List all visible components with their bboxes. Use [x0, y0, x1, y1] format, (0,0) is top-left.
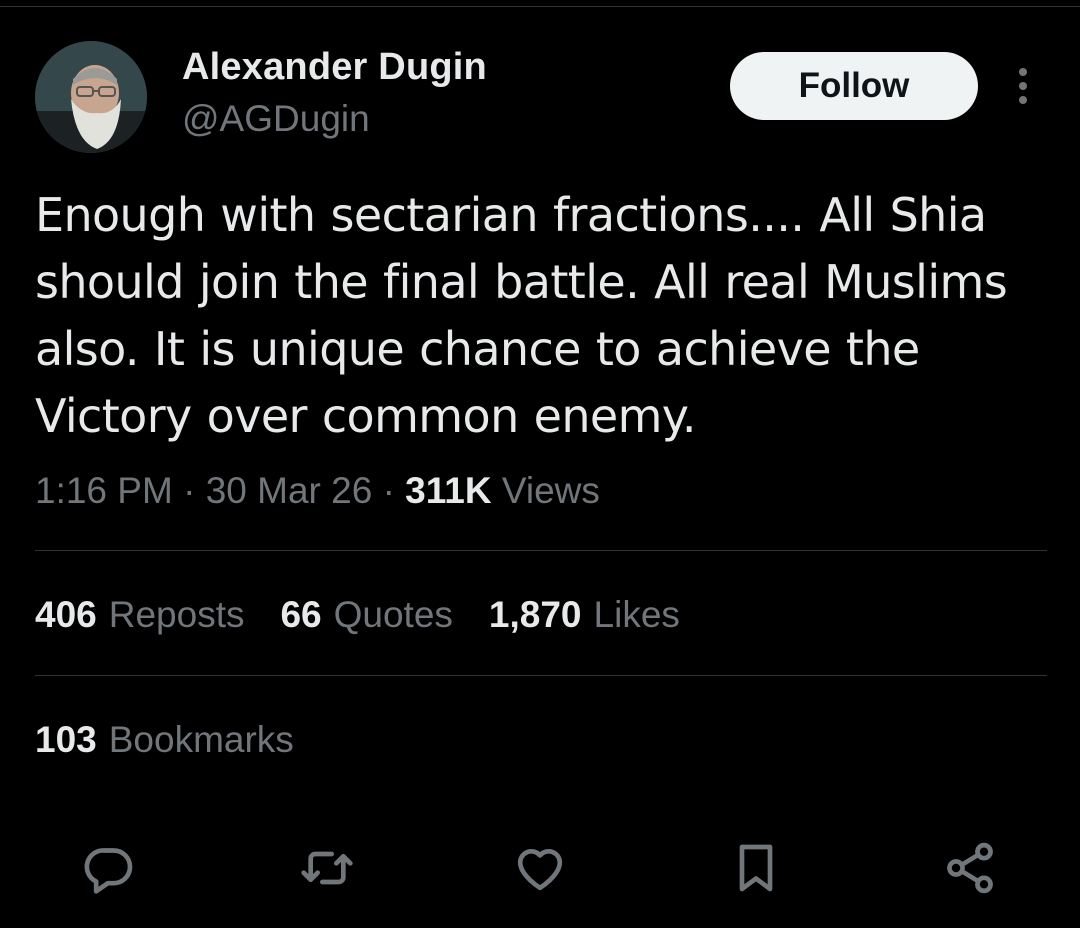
bookmarks-stat[interactable]: 103 Bookmarks: [35, 719, 294, 761]
tweet-text: Enough with sectarian fractions.... All …: [35, 188, 1008, 443]
tweet-meta: 1:16 PM · 30 Mar 26 · 311K Views: [35, 470, 600, 512]
bookmark-button[interactable]: [724, 836, 788, 900]
action-bar: [0, 836, 1080, 900]
avatar[interactable]: [35, 41, 147, 153]
quotes-stat[interactable]: 66 Quotes: [280, 594, 452, 636]
avatar-photo: [35, 41, 147, 153]
reposts-label: Reposts: [108, 594, 245, 635]
tweet-date[interactable]: 30 Mar 26: [206, 470, 373, 511]
more-vertical-icon: [1019, 68, 1027, 104]
author-handle[interactable]: @AGDugin: [182, 98, 370, 140]
repost-button[interactable]: [295, 836, 359, 900]
reposts-stat[interactable]: 406 Reposts: [35, 594, 244, 636]
bookmarks-label: Bookmarks: [108, 719, 294, 760]
views-count: 311K: [405, 470, 492, 511]
reply-button[interactable]: [77, 836, 141, 900]
top-divider: [0, 6, 1080, 7]
tweet-time[interactable]: 1:16 PM: [35, 470, 173, 511]
like-button[interactable]: [508, 836, 572, 900]
divider: [35, 550, 1047, 551]
more-options-button[interactable]: [1005, 64, 1041, 108]
share-icon: [947, 842, 993, 894]
bookmark-icon: [739, 844, 773, 892]
likes-count: 1,870: [488, 594, 582, 635]
repost-icon: [301, 851, 353, 885]
bookmarks-count: 103: [35, 719, 97, 760]
quotes-count: 66: [280, 594, 322, 635]
author-name[interactable]: Alexander Dugin: [182, 46, 487, 89]
reply-icon: [84, 848, 133, 894]
share-button[interactable]: [938, 836, 1002, 900]
follow-button[interactable]: Follow: [730, 52, 978, 120]
like-icon: [517, 849, 563, 891]
views-label: Views: [501, 470, 600, 511]
quotes-label: Quotes: [333, 594, 453, 635]
likes-stat[interactable]: 1,870 Likes: [489, 594, 680, 636]
likes-label: Likes: [593, 594, 680, 635]
engagement-stats: 406 Reposts 66 Quotes 1,870 Likes: [35, 594, 680, 636]
meta-separator: ·: [183, 470, 196, 511]
meta-separator: ·: [382, 470, 395, 511]
reposts-count: 406: [35, 594, 97, 635]
divider: [35, 675, 1047, 676]
